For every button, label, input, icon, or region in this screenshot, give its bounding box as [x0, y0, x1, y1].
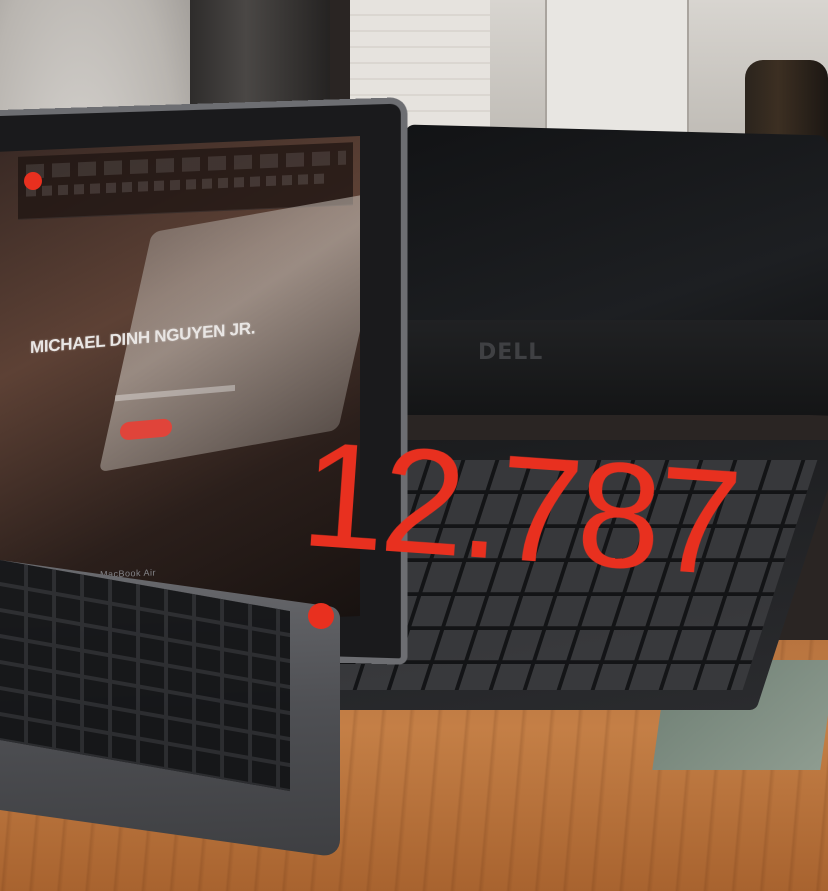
dell-monitor-bezel: [380, 320, 828, 415]
dell-logo: DELL: [478, 340, 544, 365]
measurement-marker-end: [308, 603, 334, 629]
photo-scene: DELL MICHAEL DINH NGUYEN JR. MacBook Air…: [0, 0, 828, 891]
measurement-marker-start: [24, 172, 42, 190]
measurement-label: 12.787: [296, 409, 743, 607]
browser-bookmarks: [26, 173, 326, 197]
door-panel: [545, 0, 689, 140]
